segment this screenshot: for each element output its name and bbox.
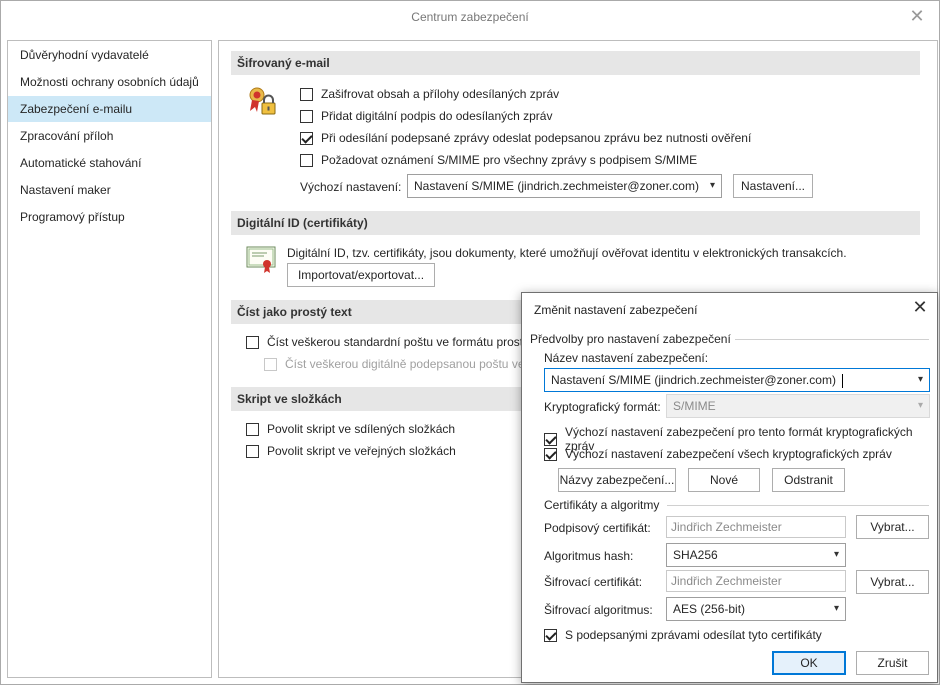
- checkbox-box[interactable]: [544, 447, 557, 461]
- category-nav: Důvěryhodní vydavatelé Možnosti ochrany …: [7, 40, 212, 678]
- prefs-group-title: Předvolby pro nastavení zabezpečení: [530, 332, 735, 346]
- checkbox-label: Přidat digitální podpis do odesílaných z…: [321, 109, 553, 123]
- chevron-down-icon: ▾: [709, 180, 715, 191]
- nav-item-attachment-handling[interactable]: Zpracování příloh: [8, 123, 211, 149]
- import-export-button[interactable]: Importovat/exportovat...: [287, 263, 435, 287]
- checkbox-box: [264, 357, 277, 371]
- checkbox-label: Zašifrovat obsah a přílohy odesílaných z…: [321, 87, 560, 101]
- checkbox-box[interactable]: [544, 432, 557, 446]
- checkbox-label: Při odesílání podepsané zprávy odeslat p…: [321, 131, 752, 145]
- default-for-all-checkbox[interactable]: Výchozí nastavení zabezpečení všech kryp…: [544, 447, 892, 461]
- choose-encryption-cert-button[interactable]: Vybrat...: [856, 570, 929, 594]
- digital-id-description: Digitální ID, tzv. certifikáty, jsou dok…: [287, 246, 847, 260]
- ok-button[interactable]: OK: [772, 651, 846, 675]
- default-setting-label: Výchozí nastavení:: [300, 180, 402, 194]
- chevron-down-icon: ▾: [917, 374, 923, 385]
- checkbox-label: Číst veškerou standardní poštu ve formát…: [267, 335, 530, 349]
- hash-algorithm-value: SHA256: [673, 548, 718, 562]
- window-title: Centrum zabezpečení: [411, 10, 529, 24]
- checkbox-label: S podepsanými zprávami odesílat tyto cer…: [565, 628, 822, 642]
- shared-folder-script-checkbox[interactable]: Povolit skript ve sdílených složkách: [246, 422, 455, 436]
- checkbox-label: Číst veškerou digitálně podepsanou poštu…: [285, 357, 532, 371]
- checkbox-box[interactable]: [300, 87, 313, 101]
- add-signature-checkbox[interactable]: Přidat digitální podpis do odesílaných z…: [300, 109, 552, 123]
- signing-cert-label: Podpisový certifikát:: [544, 521, 651, 535]
- certificate-icon: [245, 243, 277, 275]
- title-bar: Centrum zabezpečení ✕: [1, 1, 939, 33]
- encrypt-contents-checkbox[interactable]: Zašifrovat obsah a přílohy odesílaných z…: [300, 87, 559, 101]
- read-as-plain-text-checkbox[interactable]: Číst veškerou standardní poštu ve formát…: [246, 335, 530, 349]
- checkbox-box[interactable]: [246, 444, 259, 458]
- change-security-settings-dialog: Změnit nastavení zabezpečení ✕ Předvolby…: [521, 292, 938, 683]
- cancel-button[interactable]: Zrušit: [856, 651, 929, 675]
- setting-name-value: Nastavení S/MIME (jindrich.zechmeister@z…: [551, 373, 836, 387]
- signing-cert-field: Jindřich Zechmeister: [666, 516, 846, 538]
- nav-item-programmatic-access[interactable]: Programový přístup: [8, 204, 211, 230]
- encryption-cert-label: Šifrovací certifikát:: [544, 575, 643, 589]
- read-signed-as-plain-text-checkbox: Číst veškerou digitálně podepsanou poštu…: [264, 357, 531, 371]
- crypto-format-value: S/MIME: [673, 399, 716, 413]
- crypto-format-select: S/MIME ▾: [666, 394, 930, 418]
- checkbox-box[interactable]: [246, 335, 259, 349]
- lock-seal-icon: [245, 85, 279, 119]
- checkbox-box[interactable]: [544, 628, 557, 642]
- nav-item-trusted-publishers[interactable]: Důvěryhodní vydavatelé: [8, 42, 211, 68]
- security-labels-button[interactable]: Názvy zabezpečení...: [558, 468, 676, 492]
- nav-item-macro-settings[interactable]: Nastavení maker: [8, 177, 211, 203]
- public-folder-script-checkbox[interactable]: Povolit skript ve veřejných složkách: [246, 444, 456, 458]
- hash-algorithm-label: Algoritmus hash:: [544, 549, 634, 563]
- certs-group-title: Certifikáty a algoritmy: [544, 498, 664, 512]
- new-button[interactable]: Nové: [688, 468, 760, 492]
- checkbox-box[interactable]: [246, 422, 259, 436]
- close-icon[interactable]: ✕: [909, 7, 925, 25]
- close-icon[interactable]: ✕: [911, 298, 929, 317]
- chevron-down-icon: ▾: [833, 549, 839, 560]
- encryption-algorithm-select[interactable]: AES (256-bit) ▾: [666, 597, 846, 621]
- send-certs-checkbox[interactable]: S podepsanými zprávami odesílat tyto cer…: [544, 628, 822, 642]
- checkbox-label: Výchozí nastavení zabezpečení všech kryp…: [565, 447, 892, 461]
- chevron-down-icon: ▾: [917, 400, 923, 411]
- hash-algorithm-select[interactable]: SHA256 ▾: [666, 543, 846, 567]
- digital-id-header: Digitální ID (certifikáty): [231, 211, 920, 235]
- dialog-title: Změnit nastavení zabezpečení: [534, 303, 698, 317]
- checkbox-label: Požadovat oznámení S/MIME pro všechny zp…: [321, 153, 698, 167]
- choose-signing-cert-button[interactable]: Vybrat...: [856, 515, 929, 539]
- checkbox-label: Povolit skript ve veřejných složkách: [267, 444, 456, 458]
- certs-group-line: [667, 505, 929, 506]
- checkbox-box[interactable]: [300, 109, 313, 123]
- crypto-format-label: Kryptografický formát:: [544, 400, 661, 414]
- nav-item-email-security[interactable]: Zabezpečení e-mailu: [8, 96, 211, 122]
- request-smime-receipt-checkbox[interactable]: Požadovat oznámení S/MIME pro všechny zp…: [300, 153, 697, 167]
- encryption-algorithm-value: AES (256-bit): [673, 602, 746, 616]
- default-setting-value: Nastavení S/MIME (jindrich.zechmeister@z…: [414, 179, 699, 193]
- encryption-cert-field: Jindřich Zechmeister: [666, 570, 846, 592]
- setting-name-combo[interactable]: Nastavení S/MIME (jindrich.zechmeister@z…: [544, 368, 930, 392]
- nav-item-automatic-download[interactable]: Automatické stahování: [8, 150, 211, 176]
- checkbox-box[interactable]: [300, 153, 313, 167]
- chevron-down-icon: ▾: [833, 603, 839, 614]
- nav-item-privacy-options[interactable]: Možnosti ochrany osobních údajů: [8, 69, 211, 95]
- encryption-algorithm-label: Šifrovací algoritmus:: [544, 603, 653, 617]
- settings-button[interactable]: Nastavení...: [733, 174, 813, 198]
- text-cursor: [842, 373, 844, 388]
- setting-name-label: Název nastavení zabezpečení:: [544, 351, 709, 365]
- checkbox-box[interactable]: [300, 131, 313, 145]
- send-clear-signed-checkbox[interactable]: Při odesílání podepsané zprávy odeslat p…: [300, 131, 751, 145]
- encrypted-email-header: Šifrovaný e-mail: [231, 51, 920, 75]
- delete-button[interactable]: Odstranit: [772, 468, 845, 492]
- checkbox-label: Povolit skript ve sdílených složkách: [267, 422, 456, 436]
- default-setting-select[interactable]: Nastavení S/MIME (jindrich.zechmeister@z…: [407, 174, 722, 198]
